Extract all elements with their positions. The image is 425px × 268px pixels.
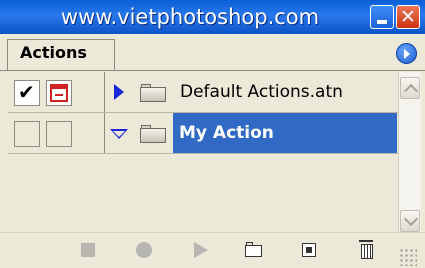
trash-icon bbox=[359, 240, 373, 259]
chevron-down-icon bbox=[403, 211, 419, 227]
close-icon: ✕ bbox=[400, 6, 416, 28]
dialog-icon bbox=[50, 84, 68, 102]
action-set-row[interactable]: My Action bbox=[8, 113, 398, 154]
expand-triangle-icon[interactable] bbox=[114, 84, 124, 100]
play-icon bbox=[194, 242, 208, 258]
action-set-row[interactable]: ✔ Default Actions.atn bbox=[8, 72, 398, 113]
scroll-up-button[interactable] bbox=[400, 77, 420, 99]
stop-button[interactable] bbox=[77, 239, 99, 261]
vertical-scrollbar[interactable] bbox=[398, 72, 421, 238]
new-set-icon bbox=[245, 242, 262, 257]
actions-window: www.vietphotoshop.com ✕ Actions ✔ Defaul… bbox=[0, 0, 425, 268]
toggle-item-checkbox[interactable]: ✔ bbox=[14, 80, 40, 106]
minimize-button[interactable] bbox=[370, 5, 394, 29]
minimize-icon bbox=[377, 20, 387, 24]
play-button[interactable] bbox=[190, 239, 212, 261]
resize-grip[interactable] bbox=[399, 248, 417, 266]
collapse-triangle-icon[interactable] bbox=[110, 129, 128, 139]
scroll-down-button[interactable] bbox=[400, 210, 420, 232]
checkmark-icon: ✔ bbox=[18, 80, 35, 104]
tab-actions[interactable]: Actions bbox=[7, 39, 115, 70]
panel-tab-row: Actions bbox=[0, 34, 425, 71]
actions-toolbar bbox=[0, 232, 425, 268]
actions-list: ✔ Default Actions.atn My Action bbox=[8, 72, 398, 232]
stop-icon bbox=[81, 243, 95, 257]
tab-actions-label: Actions bbox=[20, 43, 87, 62]
selected-row-highlight[interactable]: My Action bbox=[173, 113, 397, 153]
chevron-right-icon bbox=[404, 49, 410, 59]
new-action-button[interactable] bbox=[298, 239, 320, 261]
record-icon bbox=[136, 242, 152, 258]
chevron-up-icon bbox=[403, 83, 419, 99]
window-title: www.vietphotoshop.com bbox=[60, 5, 320, 29]
title-bar[interactable]: www.vietphotoshop.com ✕ bbox=[0, 0, 425, 34]
folder-icon bbox=[140, 84, 166, 102]
close-button[interactable]: ✕ bbox=[396, 5, 420, 29]
action-set-label: My Action bbox=[179, 123, 274, 143]
toggle-dialog-box[interactable] bbox=[46, 80, 72, 106]
folder-icon bbox=[140, 125, 166, 143]
toggle-item-checkbox[interactable] bbox=[14, 121, 40, 147]
new-action-icon bbox=[302, 243, 316, 257]
panel-menu-button[interactable] bbox=[396, 43, 417, 64]
record-button[interactable] bbox=[133, 239, 155, 261]
action-set-label: Default Actions.atn bbox=[180, 82, 343, 102]
new-set-button[interactable] bbox=[243, 239, 265, 261]
delete-button[interactable] bbox=[357, 239, 379, 261]
toggle-dialog-box[interactable] bbox=[46, 121, 72, 147]
